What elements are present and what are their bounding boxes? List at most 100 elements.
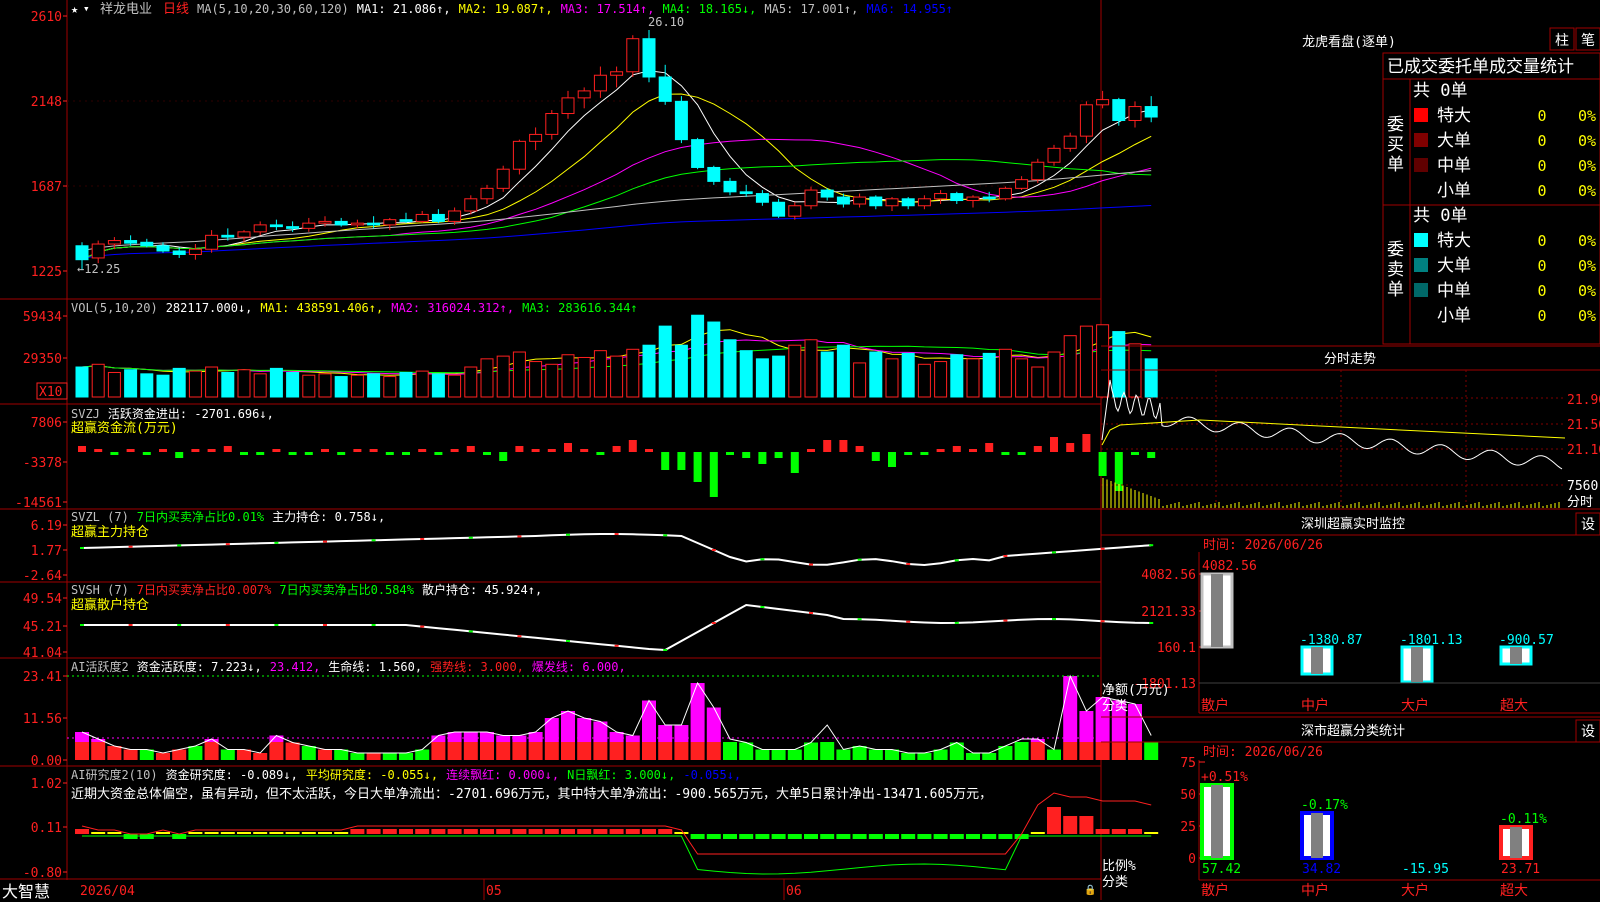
intraday-panel[interactable]: 分时走势 21.90 21.50 21.10 7560分时 xyxy=(1101,345,1600,510)
sz-monitor-panel[interactable]: 深圳超赢实时监控 设 时间: 2026/06/26 4082.56 2121.33… xyxy=(1101,512,1600,718)
szm-bar-core xyxy=(1510,647,1522,664)
vol-bar xyxy=(480,358,494,398)
y-tick-label: 0.00 xyxy=(31,754,62,769)
svsh-line-path-marker xyxy=(857,618,862,621)
vol-bar xyxy=(691,314,705,398)
ai2-comment: 近期大资金总体偏空，虽有异动，但不太活跃，今日大单净流出：-2701.696万元… xyxy=(71,786,992,802)
ai1-bar-top xyxy=(561,711,575,742)
svzj-panel[interactable]: SVZJ 活跃资金进出: -2701.696↓, 超赢资金流(万元) 7806 -3… xyxy=(15,406,1156,511)
ai1-bar-base xyxy=(561,742,575,760)
vol-bar xyxy=(399,371,413,398)
svzj-bar xyxy=(483,452,491,455)
ai2-bar xyxy=(1111,829,1126,834)
header-item: 7日内买卖净占比0.007% xyxy=(137,582,272,597)
candle-body xyxy=(901,198,915,207)
vol-bar xyxy=(334,376,348,398)
header-item: 7日内买卖净占比0.01% xyxy=(137,509,265,524)
longhu-row-label: 中单 xyxy=(1437,156,1471,176)
ai1-bar-base xyxy=(1030,742,1045,760)
longhu-row-label: 小单 xyxy=(1437,181,1471,201)
candle-body xyxy=(318,220,332,224)
intraday-y-label: 21.90 xyxy=(1567,393,1600,408)
header-item: 连续飘红: 0.000↓, xyxy=(446,767,559,782)
intraday-y-label: 21.50 xyxy=(1567,418,1600,433)
header-item: 强势线: 3.000, xyxy=(430,660,524,674)
longhu-panel[interactable]: 龙虎看盘(逐单) 柱 笔 已成交委托单成交量统计 委买单共 0单特大 0 0%大单 0… xyxy=(1302,27,1600,345)
svzl-line-path-marker xyxy=(1149,544,1154,547)
ai2-bar xyxy=(723,834,737,839)
svzl-panel[interactable]: SVZL (7) 7日内买卖净占比0.01% 主力持仓: 0.758↓, 超赢主力持… xyxy=(23,509,1154,584)
vol-bar xyxy=(885,358,899,398)
svzl-y-axis: 6.19 1.77 -2.64 xyxy=(23,519,67,584)
svsh-panel[interactable]: SVSH (7) 7日内买卖净占比0.007% 7日内买卖净占比0.584% 散户持仓… xyxy=(23,582,1154,661)
vol-bar xyxy=(269,367,283,398)
svzj-bar xyxy=(256,452,265,455)
ai1-bar-base xyxy=(91,742,106,760)
longhu-row-pct: 0% xyxy=(1578,132,1596,150)
kline-panel[interactable]: ★ ▾ 祥龙电业 日线 MA(5,10,20,30,60,120) MA1: 21… xyxy=(31,2,1158,280)
svzj-bar xyxy=(904,452,913,455)
x-axis: 2026/04 05 06 🔒 xyxy=(80,884,1096,899)
ai2-bar xyxy=(690,834,705,839)
ai1-bar-base xyxy=(933,749,948,760)
svzj-bar xyxy=(920,452,929,455)
vol-panel[interactable]: VOL(5,10,20) 282117.000↓, MA1: 438591.406↑… xyxy=(23,301,1158,400)
svsh-line-path-marker xyxy=(954,621,959,624)
ai1-bar-base xyxy=(382,753,397,760)
ai1-bar-base xyxy=(528,742,543,760)
svzl-line-path-marker xyxy=(809,563,813,566)
svzj-bar xyxy=(952,446,961,452)
candle-body xyxy=(772,201,786,217)
ai2-green-line xyxy=(82,835,1152,875)
ai2-bar xyxy=(431,829,446,834)
candle-body xyxy=(804,189,818,207)
longhu-row-label: 小单 xyxy=(1437,306,1471,326)
svsh-line-path-marker xyxy=(468,630,473,633)
ai2-bar xyxy=(301,832,316,834)
svzj-bar xyxy=(564,443,572,452)
svzj-bar xyxy=(677,452,686,470)
ai1-bar-base xyxy=(836,749,851,760)
svzl-line-path-marker xyxy=(566,533,570,536)
svzj-bar xyxy=(985,443,994,452)
longhu-title: 龙虎看盘(逐单) xyxy=(1302,34,1396,50)
svzj-bar xyxy=(1017,452,1026,455)
longhu-color-swatch xyxy=(1414,233,1428,247)
candle-body xyxy=(156,245,170,252)
ai2-bar xyxy=(609,829,624,834)
candle-body xyxy=(529,133,543,142)
vol-bar xyxy=(723,339,737,398)
ai1-panel[interactable]: AI活跃度2 资金活跃度: 7.223↓, 23.412, 生命线: 1.560, 强势… xyxy=(23,659,1159,769)
longhu-row-count: 0 xyxy=(1537,232,1546,250)
header-item: VOL(5,10,20) xyxy=(71,301,158,315)
svzj-bar xyxy=(645,449,653,452)
candle-body xyxy=(755,193,769,203)
ai1-bar-base xyxy=(544,742,559,760)
vol-bar xyxy=(642,344,656,398)
vol-bar xyxy=(140,373,154,398)
sz-classify-panel[interactable]: 深市超赢分类统计 设 时间: 2026/06/26 75 50 25 0 +0.51%… xyxy=(1101,719,1600,899)
intraday-time-label: 分时 xyxy=(1567,495,1593,510)
longhu-row-label: 中单 xyxy=(1437,281,1471,301)
svsh-line-path-marker xyxy=(663,649,668,651)
svzl-line-path-marker xyxy=(128,545,133,548)
ai1-bar-top xyxy=(577,718,592,742)
szm-y-label: 4082.56 xyxy=(1141,568,1196,583)
ai2-bar xyxy=(237,832,251,834)
candle-body xyxy=(75,245,89,261)
ai2-bar xyxy=(820,834,835,839)
lock-icon[interactable]: 🔒 xyxy=(1084,884,1096,896)
candle-body xyxy=(107,240,121,245)
candle-body xyxy=(286,226,300,229)
svsh-line-path-marker xyxy=(517,635,522,638)
svzj-bar xyxy=(871,452,880,461)
svsh-line-path-marker xyxy=(1149,621,1154,624)
vol-bar xyxy=(107,371,121,398)
longhu-buy-section: 委买单 共 0单特大 0 0% 大单 0 0% 中单 0 0% 小单 0 0% xyxy=(1387,81,1596,201)
candle-body xyxy=(464,198,478,212)
header-item: MA5: 17.001↑, xyxy=(764,2,858,16)
vol-bar xyxy=(350,374,364,398)
vol-bar xyxy=(658,325,672,398)
ai2-panel[interactable]: AI研究度2(10) 资金研究度: -0.089↓, 平均研究度: -0.055↓,… xyxy=(23,767,1159,881)
svsh-header: SVSH (7) 7日内买卖净占比0.007% 7日内买卖净占比0.584% 散户持仓… xyxy=(71,582,542,597)
